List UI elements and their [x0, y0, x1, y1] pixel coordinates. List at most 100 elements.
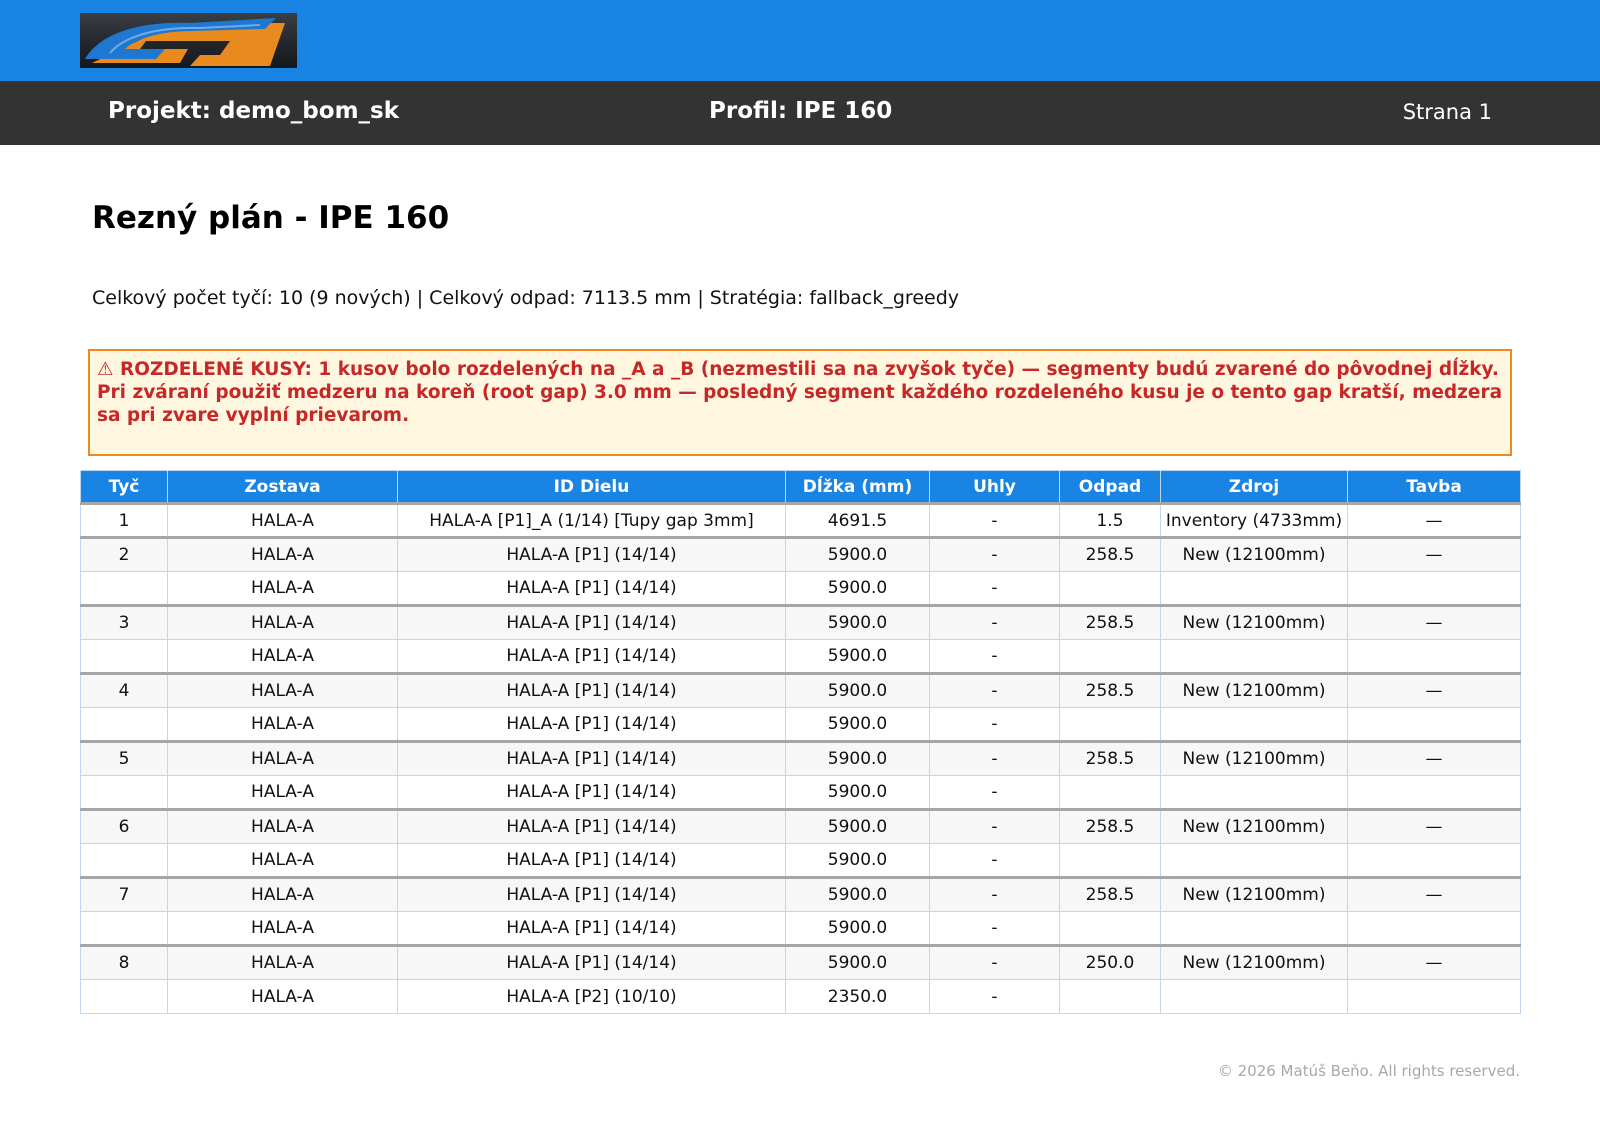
- cell-part-id: HALA-A [P1] (14/14): [397, 876, 786, 912]
- cell-heat: [1347, 639, 1521, 674]
- table-row: 5 HALA-A HALA-A [P1] (14/14) 5900.0-258.5 Ne…: [80, 740, 1521, 776]
- cell-heat: —: [1347, 944, 1521, 980]
- cell-bar: [80, 707, 168, 742]
- cell-bar: [80, 911, 168, 946]
- cell-assembly: HALA-A: [167, 876, 398, 912]
- cell-bar: 7: [80, 876, 168, 912]
- cell-angles: -: [929, 740, 1060, 776]
- cell-length: 5900.0: [785, 672, 930, 708]
- cell-source: [1160, 979, 1348, 1014]
- cell-angles: -: [929, 808, 1060, 844]
- warning-line-1: ⚠ ROZDELENÉ KUSY: 1 kusov bolo rozdelený…: [97, 359, 1499, 380]
- cell-angles: -: [929, 707, 1060, 742]
- cell-assembly: HALA-A: [167, 536, 398, 572]
- table-row: 8 HALA-A HALA-A [P1] (14/14) 5900.0-250.0 Ne…: [80, 944, 1521, 980]
- column-header-angles: Uhly: [929, 470, 1060, 504]
- table-row: 1 HALA-A HALA-A [P1]_A (1/14) [Tupy gap 3m…: [80, 502, 1521, 538]
- cell-assembly: HALA-A: [167, 808, 398, 844]
- cell-bar: 8: [80, 944, 168, 980]
- cell-source: [1160, 707, 1348, 742]
- table-row: 3 HALA-A HALA-A [P1] (14/14) 5900.0-258.5 Ne…: [80, 604, 1521, 640]
- page-title: Rezný plán - IPE 160: [92, 200, 450, 236]
- cell-part-id: HALA-A [P1] (14/14): [397, 604, 786, 640]
- table-row: HALA-A HALA-A [P1] (14/14) 5900.0-: [80, 571, 1521, 606]
- table-row: HALA-A HALA-A [P1] (14/14) 5900.0-: [80, 639, 1521, 674]
- cell-source: New (12100mm): [1160, 536, 1348, 572]
- cell-part-id: HALA-A [P1]_A (1/14) [Tupy gap 3mm]: [397, 502, 786, 538]
- column-header-source: Zdroj: [1160, 470, 1348, 504]
- company-logo: [80, 13, 297, 68]
- cell-part-id: HALA-A [P1] (14/14): [397, 707, 786, 742]
- cell-length: 5900.0: [785, 843, 930, 878]
- cell-angles: -: [929, 536, 1060, 572]
- cell-part-id: HALA-A [P1] (14/14): [397, 843, 786, 878]
- cell-angles: -: [929, 672, 1060, 708]
- table-row: HALA-A HALA-A [P1] (14/14) 5900.0-: [80, 707, 1521, 742]
- cell-angles: -: [929, 843, 1060, 878]
- cell-angles: -: [929, 911, 1060, 946]
- cell-length: 5900.0: [785, 604, 930, 640]
- cell-part-id: HALA-A [P1] (14/14): [397, 740, 786, 776]
- cell-angles: -: [929, 502, 1060, 538]
- column-header-waste: Odpad: [1059, 470, 1161, 504]
- cell-part-id: HALA-A [P1] (14/14): [397, 536, 786, 572]
- cell-waste: [1059, 979, 1161, 1014]
- cell-heat: [1347, 775, 1521, 810]
- cell-heat: [1347, 843, 1521, 878]
- column-header-heat: Tavba: [1347, 470, 1521, 504]
- table-row: 6 HALA-A HALA-A [P1] (14/14) 5900.0-258.5 Ne…: [80, 808, 1521, 844]
- cell-source: [1160, 843, 1348, 878]
- cell-part-id: HALA-A [P1] (14/14): [397, 808, 786, 844]
- cell-heat: —: [1347, 604, 1521, 640]
- logo-graphic: [85, 18, 285, 66]
- cell-bar: [80, 979, 168, 1014]
- cell-source: New (12100mm): [1160, 808, 1348, 844]
- cell-source: New (12100mm): [1160, 604, 1348, 640]
- cell-waste: 250.0: [1059, 944, 1161, 980]
- column-header-part-id: ID Dielu: [397, 470, 786, 504]
- cell-bar: [80, 843, 168, 878]
- column-header-bar: Tyč: [80, 470, 168, 504]
- cell-source: Inventory (4733mm): [1160, 502, 1348, 538]
- cell-heat: —: [1347, 536, 1521, 572]
- cell-bar: 6: [80, 808, 168, 844]
- split-pieces-warning: ⚠ ROZDELENÉ KUSY: 1 kusov bolo rozdelený…: [88, 349, 1512, 456]
- cell-bar: 5: [80, 740, 168, 776]
- cell-length: 5900.0: [785, 876, 930, 912]
- cell-assembly: HALA-A: [167, 502, 398, 538]
- cell-part-id: HALA-A [P2] (10/10): [397, 979, 786, 1014]
- cell-part-id: HALA-A [P1] (14/14): [397, 571, 786, 606]
- cell-length: 4691.5: [785, 502, 930, 538]
- cell-assembly: HALA-A: [167, 639, 398, 674]
- table-row: HALA-A HALA-A [P1] (14/14) 5900.0-: [80, 775, 1521, 810]
- cell-length: 5900.0: [785, 571, 930, 606]
- column-header-assembly: Zostava: [167, 470, 398, 504]
- cell-assembly: HALA-A: [167, 707, 398, 742]
- cell-heat: —: [1347, 502, 1521, 538]
- column-header-length: Dĺžka (mm): [785, 470, 930, 504]
- cell-assembly: HALA-A: [167, 979, 398, 1014]
- cell-waste: [1059, 775, 1161, 810]
- cell-angles: -: [929, 571, 1060, 606]
- cell-source: [1160, 571, 1348, 606]
- cell-assembly: HALA-A: [167, 672, 398, 708]
- cell-waste: 258.5: [1059, 672, 1161, 708]
- cell-source: New (12100mm): [1160, 944, 1348, 980]
- cell-angles: -: [929, 639, 1060, 674]
- cell-waste: [1059, 911, 1161, 946]
- cell-bar: 2: [80, 536, 168, 572]
- cell-length: 5900.0: [785, 808, 930, 844]
- cell-length: 2350.0: [785, 979, 930, 1014]
- cell-assembly: HALA-A: [167, 571, 398, 606]
- cell-waste: 258.5: [1059, 536, 1161, 572]
- cell-waste: 258.5: [1059, 876, 1161, 912]
- cell-bar: 1: [80, 502, 168, 538]
- cell-assembly: HALA-A: [167, 944, 398, 980]
- summary-line: Celkový počet tyčí: 10 (9 nových) | Celk…: [92, 287, 960, 309]
- cell-waste: 258.5: [1059, 740, 1161, 776]
- cell-waste: 258.5: [1059, 604, 1161, 640]
- cell-angles: -: [929, 876, 1060, 912]
- cell-part-id: HALA-A [P1] (14/14): [397, 672, 786, 708]
- cell-length: 5900.0: [785, 639, 930, 674]
- table-row: HALA-A HALA-A [P2] (10/10) 2350.0-: [80, 979, 1521, 1014]
